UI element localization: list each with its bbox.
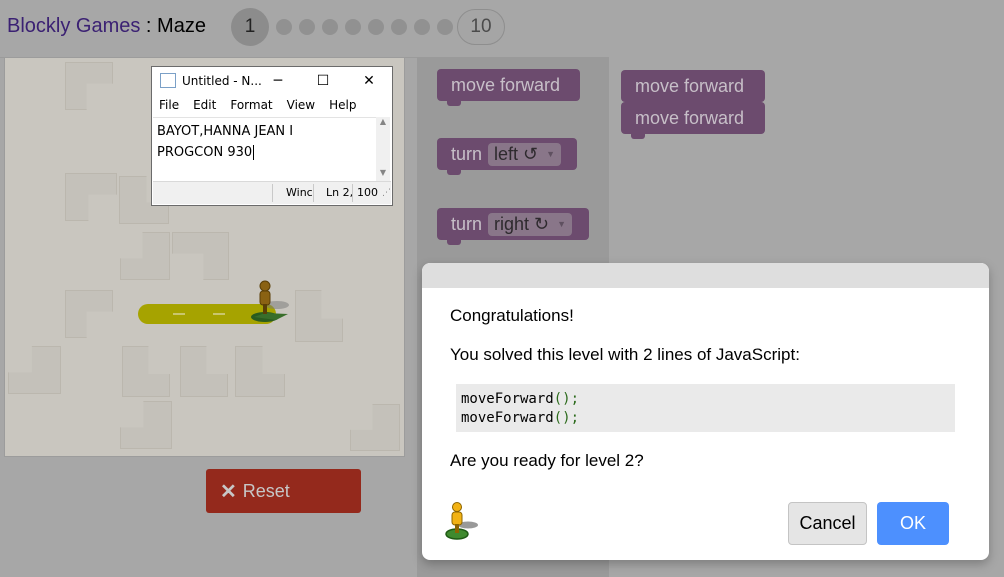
dialog-congrats-text: Congratulations! <box>450 306 574 325</box>
maze-tile <box>350 404 400 451</box>
maze-tile <box>122 346 170 397</box>
dialog-ready-text: Are you ready for level 2? <box>450 451 644 470</box>
text-line-with-cursor: PROGCON 930 <box>157 142 376 163</box>
code-block: moveForward(); moveForward(); <box>456 384 955 432</box>
close-icon[interactable]: ✕ <box>349 67 389 94</box>
pegman-icon <box>251 280 289 322</box>
maximize-icon[interactable]: ☐ <box>303 67 343 94</box>
menu-format[interactable]: Format <box>230 98 272 112</box>
dropdown-value: right ↻ <box>494 213 550 234</box>
maze-tile <box>65 173 117 221</box>
status-divider <box>352 184 353 202</box>
direction-dropdown[interactable]: right ↻ ▼ <box>488 212 573 236</box>
title-separator: : <box>140 15 158 37</box>
workspace-block-move-forward[interactable]: move forward <box>621 102 765 139</box>
close-icon: ✕ <box>220 480 237 503</box>
reset-button[interactable]: ✕ Reset <box>206 469 361 513</box>
maze-tile <box>8 346 61 394</box>
level-dot[interactable] <box>391 19 407 35</box>
notepad-menubar: File Edit Format View Help <box>152 94 392 116</box>
code-call: moveForward <box>461 410 554 426</box>
dialog-solved-text: You solved this level with 2 lines of Ja… <box>450 345 800 364</box>
toolbox-block-move-forward[interactable]: move forward <box>437 69 580 106</box>
game-name: Maze <box>157 15 206 37</box>
block-label: turn <box>451 143 483 164</box>
menu-file[interactable]: File <box>159 98 179 112</box>
level-dot[interactable] <box>414 19 430 35</box>
level-dot[interactable] <box>276 19 292 35</box>
text-line: PROGCON 930 <box>157 145 253 160</box>
ok-button[interactable]: OK <box>877 502 949 545</box>
vertical-scrollbar[interactable]: ▲ ▼ <box>376 117 390 184</box>
direction-dropdown[interactable]: left ↺ ▼ <box>488 142 562 166</box>
app-name-link[interactable]: Blockly Games <box>7 15 140 37</box>
dropdown-value: left ↺ <box>494 143 539 164</box>
maze-tile <box>172 232 229 280</box>
toolbox-block-turn-left[interactable]: turn left ↺ ▼ <box>437 138 577 175</box>
dropdown-caret-icon: ▼ <box>557 219 567 229</box>
notepad-window: Untitled - N... ─ ☐ ✕ File Edit Format V… <box>151 66 393 206</box>
level-dot[interactable] <box>299 19 315 35</box>
menu-help[interactable]: Help <box>329 98 356 112</box>
notepad-text-area[interactable]: BAYOT,HANNA JEAN I PROGCON 930 <box>153 117 376 184</box>
scroll-up-icon[interactable]: ▲ <box>376 117 390 126</box>
congratulations-dialog: Congratulations! You solved this level w… <box>422 263 989 560</box>
menu-view[interactable]: View <box>287 98 315 112</box>
code-parens: (); <box>553 391 580 407</box>
maze-tile <box>235 346 285 397</box>
level-dot[interactable] <box>368 19 384 35</box>
reset-label: Reset <box>242 480 290 501</box>
maze-tile <box>180 346 228 397</box>
status-encoding: Winc <box>286 186 313 199</box>
maze-tile <box>65 62 113 110</box>
text-cursor <box>253 145 255 160</box>
level-selector: 1 10 <box>231 8 505 46</box>
block-label: move forward <box>451 74 561 95</box>
app-title: Blockly Games : Maze <box>7 15 206 38</box>
text-line: BAYOT,HANNA JEAN I <box>157 124 294 139</box>
resize-grip-icon[interactable]: ⋰ <box>382 188 391 198</box>
workspace-block-move-forward[interactable]: move forward <box>621 70 765 107</box>
notepad-icon <box>160 73 176 88</box>
level-current[interactable]: 1 <box>231 8 269 46</box>
block-label: move forward <box>635 107 745 128</box>
code-parens: (); <box>553 410 580 426</box>
level-dot[interactable] <box>322 19 338 35</box>
dropdown-caret-icon: ▼ <box>546 149 556 159</box>
maze-tile <box>295 290 343 342</box>
code-line: moveForward(); <box>461 390 955 409</box>
scroll-down-icon[interactable]: ▼ <box>376 168 390 177</box>
minimize-icon[interactable]: ─ <box>258 67 298 94</box>
notepad-statusbar: Winc Ln 2, 100 ⋰ <box>153 181 391 204</box>
level-last[interactable]: 10 <box>457 9 505 45</box>
menu-edit[interactable]: Edit <box>193 98 216 112</box>
code-call: moveForward <box>461 391 554 407</box>
level-dot[interactable] <box>437 19 453 35</box>
block-label: turn <box>451 213 483 234</box>
maze-tile <box>65 290 113 338</box>
status-divider <box>313 184 314 202</box>
block-label: move forward <box>635 75 745 96</box>
dialog-header[interactable] <box>422 263 989 288</box>
status-zoom: 100 <box>357 186 378 199</box>
header: Blockly Games : Maze 1 10 <box>0 0 1004 58</box>
maze-tile <box>120 401 172 449</box>
code-line: moveForward(); <box>461 409 955 428</box>
cancel-button[interactable]: Cancel <box>788 502 867 545</box>
notepad-title: Untitled - N... <box>182 73 262 88</box>
level-dot[interactable] <box>345 19 361 35</box>
status-position: Ln 2, <box>326 186 354 199</box>
pegman-icon <box>445 502 478 540</box>
notepad-titlebar[interactable]: Untitled - N... ─ ☐ ✕ <box>152 67 392 94</box>
toolbox-block-turn-right[interactable]: turn right ↻ ▼ <box>437 208 589 245</box>
status-divider <box>272 184 273 202</box>
maze-tile <box>120 232 170 280</box>
